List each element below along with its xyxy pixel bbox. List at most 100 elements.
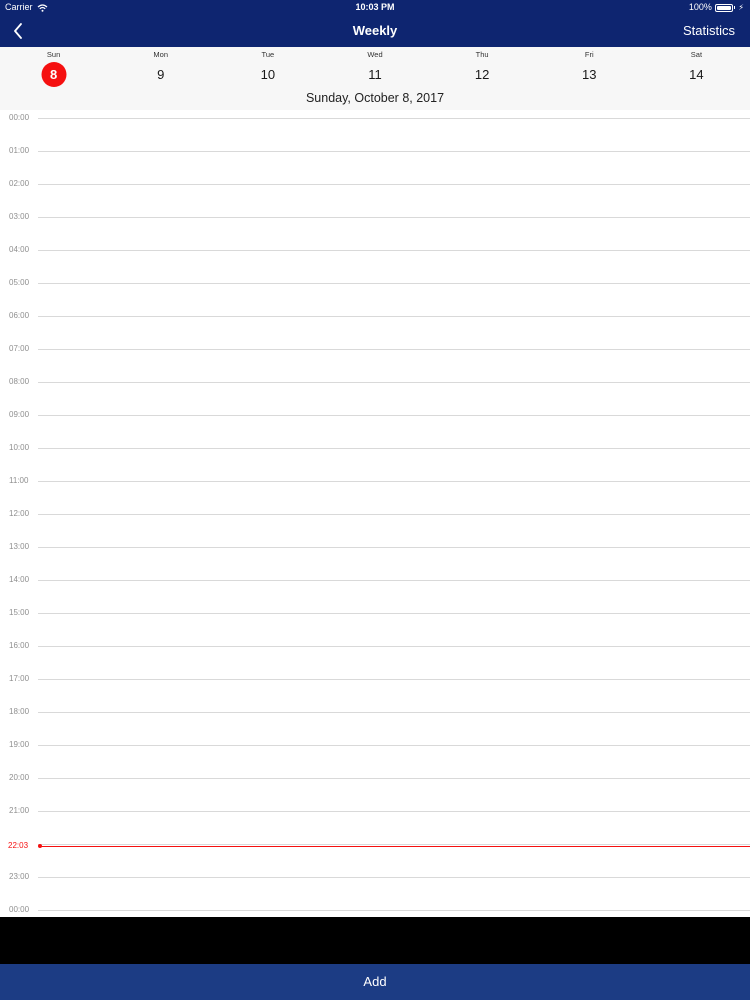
day-thu[interactable]: Thu 12 xyxy=(429,47,536,92)
hour-gridline xyxy=(38,613,750,614)
hour-label: 01:00 xyxy=(9,146,30,155)
day-number: 13 xyxy=(582,67,597,82)
hour-row: 04:00 xyxy=(0,243,750,257)
hour-label: 04:00 xyxy=(9,245,30,254)
hour-gridline xyxy=(38,349,750,350)
hour-row: 11:00 xyxy=(0,474,750,488)
hour-label: 20:00 xyxy=(9,773,30,782)
hour-gridline xyxy=(38,547,750,548)
hour-label: 10:00 xyxy=(9,443,30,452)
day-sun[interactable]: Sun 8 xyxy=(0,47,107,92)
day-timeline[interactable]: 00:00 01:00 02:00 03:00 04:00 05:00 06:00 07:00… xyxy=(0,110,750,917)
selected-date-label: Sunday, October 8, 2017 xyxy=(305,91,445,105)
hour-label: 23:00 xyxy=(9,872,30,881)
day-name: Sat xyxy=(690,50,703,59)
hour-gridline xyxy=(38,382,750,383)
hour-row: 09:00 xyxy=(0,408,750,422)
navigation-bar: Carrier 10:03 PM 100% ⚡ Weekly Statistic… xyxy=(0,0,750,47)
hour-row: 07:00 xyxy=(0,342,750,356)
hour-row: 19:00 xyxy=(0,738,750,752)
hour-label: 12:00 xyxy=(9,509,30,518)
hour-row: 16:00 xyxy=(0,639,750,653)
hour-row: 17:00 xyxy=(0,672,750,686)
hour-label: 00:00 xyxy=(9,113,30,122)
status-time: 10:03 PM xyxy=(355,2,395,12)
hour-row: 21:00 xyxy=(0,804,750,818)
hour-row: 08:00 xyxy=(0,375,750,389)
hour-gridline xyxy=(38,316,750,317)
day-name: Wed xyxy=(367,50,383,59)
battery-percent: 100% xyxy=(688,2,712,12)
add-button[interactable]: Add xyxy=(0,964,750,1000)
hour-label: 15:00 xyxy=(9,608,30,617)
hour-row: 12:00 xyxy=(0,507,750,521)
hour-label: 17:00 xyxy=(9,674,30,683)
hour-label: 08:00 xyxy=(9,377,30,386)
page-title: Weekly xyxy=(352,23,398,38)
day-wed[interactable]: Wed 11 xyxy=(321,47,428,92)
hour-gridline xyxy=(38,151,750,152)
day-fri[interactable]: Fri 13 xyxy=(536,47,643,92)
hour-row: 01:00 xyxy=(0,144,750,158)
hour-gridline xyxy=(38,910,750,911)
day-number: 12 xyxy=(474,67,490,82)
current-time-indicator: 22:03 xyxy=(0,839,750,853)
hour-row: 00:00 xyxy=(0,111,750,125)
hour-gridline xyxy=(38,877,750,878)
hour-label: 13:00 xyxy=(9,542,30,551)
hour-label: 05:00 xyxy=(9,278,30,287)
charging-icon: ⚡ xyxy=(738,3,744,12)
hour-gridline xyxy=(38,778,750,779)
hour-gridline xyxy=(38,514,750,515)
hour-row: 00:00 xyxy=(0,903,750,917)
day-number: 9 xyxy=(157,67,165,82)
hour-label: 21:00 xyxy=(9,806,30,815)
statistics-button[interactable]: Statistics xyxy=(683,22,735,40)
hour-row: 18:00 xyxy=(0,705,750,719)
day-name: Mon xyxy=(153,50,168,59)
current-time-line xyxy=(40,845,750,847)
hour-gridline xyxy=(38,184,750,185)
battery-icon xyxy=(714,3,736,12)
hour-gridline xyxy=(38,481,750,482)
hour-row: 15:00 xyxy=(0,606,750,620)
hour-gridline xyxy=(38,217,750,218)
hour-label: 00:00 xyxy=(9,905,30,914)
hour-label: 09:00 xyxy=(9,410,30,419)
hour-row: 14:00 xyxy=(0,573,750,587)
hour-label: 07:00 xyxy=(9,344,30,353)
week-strip: Sun 8 Mon 9 Tue 10 Wed 11 Thu 12 Fri 13 Sat 14 Sunday… xyxy=(0,47,750,111)
hour-label: 19:00 xyxy=(9,740,30,749)
hour-gridline xyxy=(38,415,750,416)
day-number: 10 xyxy=(260,67,276,82)
hour-row: 13:00 xyxy=(0,540,750,554)
day-number: 11 xyxy=(368,67,382,82)
day-name: Tue xyxy=(261,50,275,59)
day-number: 8 xyxy=(41,62,67,87)
hour-row: 10:00 xyxy=(0,441,750,455)
hour-gridline xyxy=(38,811,750,812)
empty-band xyxy=(0,917,750,964)
hour-gridline xyxy=(38,250,750,251)
current-time-label: 22:03 xyxy=(8,840,29,850)
hour-row: 23:00 xyxy=(0,870,750,884)
day-sat[interactable]: Sat 14 xyxy=(643,47,750,92)
hour-label: 18:00 xyxy=(9,707,30,716)
hour-label: 16:00 xyxy=(9,641,30,650)
hour-gridline xyxy=(38,745,750,746)
hour-gridline xyxy=(38,712,750,713)
hour-gridline xyxy=(38,118,750,119)
hour-gridline xyxy=(38,679,750,680)
status-battery: 100% ⚡ xyxy=(689,2,744,13)
hour-row: 05:00 xyxy=(0,276,750,290)
hour-row: 02:00 xyxy=(0,177,750,191)
hour-gridline xyxy=(38,283,750,284)
hour-gridline xyxy=(38,646,750,647)
hour-label: 03:00 xyxy=(9,212,30,221)
hour-row: 20:00 xyxy=(0,771,750,785)
day-name: Thu xyxy=(475,50,489,59)
day-tue[interactable]: Tue 10 xyxy=(214,47,321,92)
hour-row: 03:00 xyxy=(0,210,750,224)
day-mon[interactable]: Mon 9 xyxy=(107,47,214,92)
hour-label: 11:00 xyxy=(9,476,29,485)
